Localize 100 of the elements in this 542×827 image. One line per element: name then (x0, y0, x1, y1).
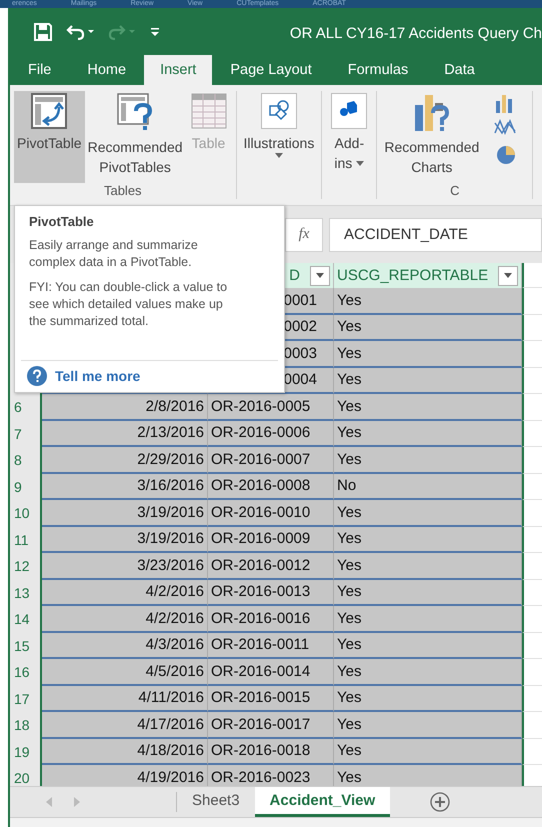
button-label: Add- (334, 134, 364, 153)
sheet-tab[interactable]: Accident_View (254, 787, 390, 817)
row-number: 20 (10, 765, 42, 786)
undo-icon[interactable] (66, 24, 94, 40)
group-label: Tables (102, 183, 143, 199)
table-cell: Yes (334, 632, 522, 659)
table-cell: OR-2016-0009 (208, 526, 334, 553)
table-cell: OR-2016-0006 (208, 420, 334, 447)
empty-cell (522, 394, 542, 420)
table-cell: No (334, 474, 522, 500)
table-cell: 4/17/2016 (42, 712, 208, 738)
table-cell: 3/19/2016 (42, 500, 208, 526)
table-cell: Yes (334, 447, 522, 474)
table-cell: OR-2016-0008 (208, 474, 334, 500)
empty-cell (522, 526, 542, 553)
ribbon-tab[interactable]: Data (426, 55, 493, 85)
row-number: 13 (10, 580, 42, 606)
ribbon-tab[interactable]: Formulas (330, 55, 426, 85)
table-cell: Yes (334, 606, 522, 632)
row-number: 15 (10, 632, 42, 659)
filter-button[interactable] (310, 266, 330, 286)
table-cell: Yes (334, 368, 522, 394)
table-cell: 3/19/2016 (42, 526, 208, 553)
table-cell: OR-2016-0014 (208, 659, 334, 686)
row-number: 10 (10, 500, 42, 526)
tooltip-text: Easily arrange and summarize complex data in a PivotTable. (29, 237, 199, 271)
table-cell: Yes (334, 738, 522, 765)
ribbon-button[interactable]: PivotTable (14, 91, 85, 183)
table-cell: 2/13/2016 (42, 420, 208, 447)
ribbon-tab[interactable]: Page Layout (212, 55, 330, 85)
empty-cell (522, 712, 542, 738)
ribbon-button[interactable]: Recommended Charts (381, 91, 482, 183)
ribbon-button[interactable]: Illustrations (240, 91, 318, 183)
empty-cell (522, 420, 542, 447)
row-number: 14 (10, 606, 42, 632)
table-cell: 4/5/2016 (42, 659, 208, 686)
table-cell: 4/2/2016 (42, 606, 208, 632)
table-cell: OR-2016-0007 (208, 447, 334, 474)
row-number: 18 (10, 712, 42, 738)
window-title: OR ALL CY16-17 Accidents Query Ch (290, 24, 542, 42)
button-label: Recommended (88, 138, 183, 157)
tell-me-more-link[interactable]: Tell me more (55, 368, 140, 384)
add-sheet-icon[interactable] (430, 792, 450, 812)
empty-cell (522, 474, 542, 500)
table-question-icon (117, 93, 154, 133)
ribbon-button[interactable]: Add- ins (326, 91, 372, 183)
table-cell: Yes (334, 712, 522, 738)
function-button[interactable]: fx (285, 218, 323, 252)
empty-cell (522, 314, 542, 341)
table-cell: OR-2016-0017 (208, 712, 334, 738)
ribbon-tab[interactable]: File (10, 55, 70, 85)
empty-cell (522, 686, 542, 712)
table-cell: Yes (334, 765, 522, 786)
row-number: 6 (10, 394, 42, 420)
button-label: Recommended (384, 138, 480, 157)
button-label: ins (334, 154, 352, 173)
button-label: Charts (411, 158, 452, 177)
row-number: 19 (10, 738, 42, 765)
table-cell: Yes (334, 394, 522, 420)
sheet-tab[interactable]: Sheet3 (177, 787, 255, 817)
caret-icon (504, 273, 512, 278)
table-cell: 4/11/2016 (42, 686, 208, 712)
tooltip-title: PivotTable (28, 214, 95, 229)
row-number: 8 (10, 447, 42, 474)
table-cell: Yes (334, 659, 522, 686)
empty-cell (522, 553, 542, 580)
table-cell: 2/8/2016 (42, 394, 208, 420)
empty-cell (522, 368, 542, 394)
help-icon (27, 366, 47, 386)
table-cell: Yes (334, 553, 522, 580)
header-label: USCG_REPORTABLE (337, 267, 488, 284)
filter-button[interactable] (498, 266, 518, 286)
ribbon-tab[interactable]: Insert (144, 55, 212, 85)
cube-icon (331, 93, 368, 129)
table-cell: OR-2016-0012 (208, 553, 334, 580)
table-cell: OR-2016-0016 (208, 606, 334, 632)
empty-cell (522, 738, 542, 765)
empty-cell (522, 341, 542, 368)
formula-field[interactable]: ACCIDENT_DATE (329, 218, 542, 252)
table-cell: OR-2016-0005 (208, 394, 334, 420)
row-number: 17 (10, 686, 42, 712)
ribbon-button[interactable]: Recommended PivotTables (84, 91, 186, 183)
empty-cell (522, 447, 542, 474)
table-cell: 4/2/2016 (42, 580, 208, 606)
table-cell: 4/18/2016 (42, 738, 208, 765)
table-cell: Yes (334, 686, 522, 712)
table-cell: Yes (334, 288, 522, 314)
customize-toolbar-icon[interactable] (150, 26, 160, 36)
empty-cell (522, 632, 542, 659)
button-label: PivotTable (17, 134, 82, 153)
header-label: D (289, 267, 300, 284)
table-cell: Yes (334, 526, 522, 553)
empty-cell (522, 500, 542, 526)
table-cell: 2/29/2016 (42, 447, 208, 474)
caret-icon (316, 273, 324, 278)
button-label: PivotTables (99, 158, 171, 177)
save-icon[interactable] (34, 22, 52, 40)
row-number: 7 (10, 420, 42, 447)
ribbon-tab[interactable]: Home (69, 55, 144, 85)
pivot-table-icon (31, 93, 68, 129)
